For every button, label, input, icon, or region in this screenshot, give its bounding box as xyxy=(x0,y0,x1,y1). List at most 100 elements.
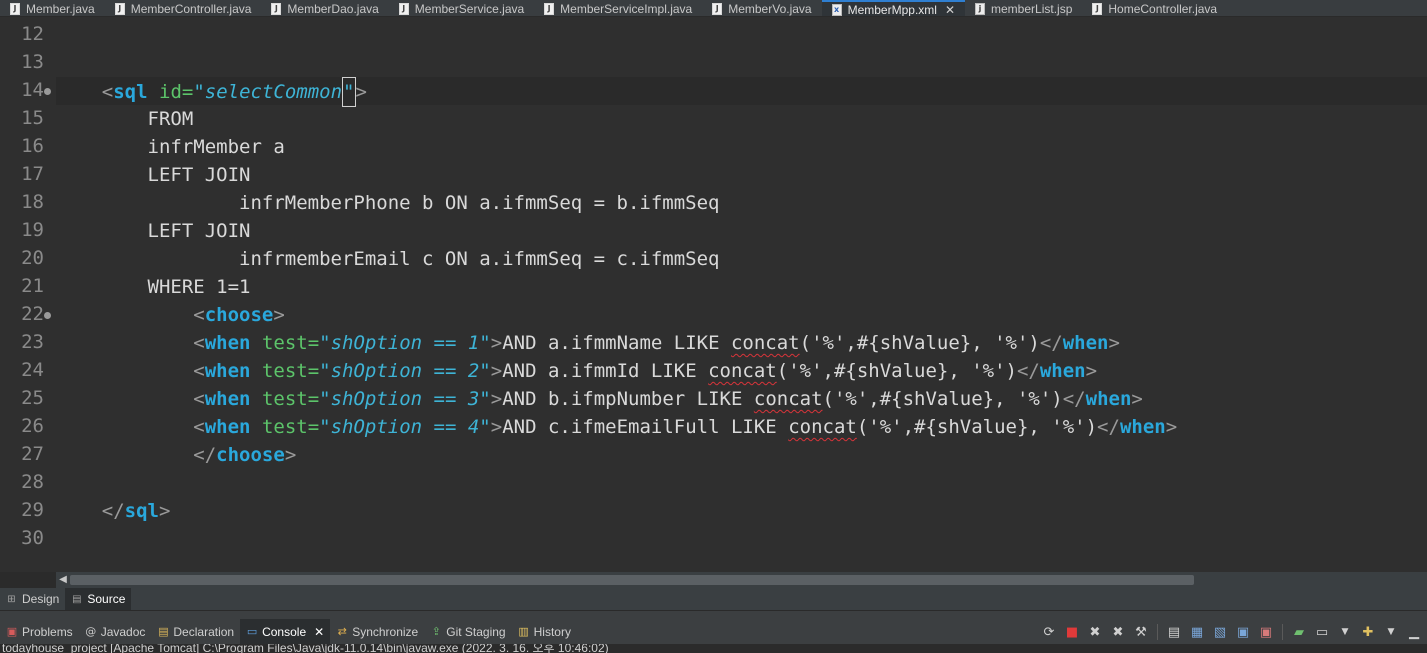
tab-homecontroller-java[interactable]: J HomeController.java xyxy=(1082,0,1227,16)
problems-icon: ▣ xyxy=(6,625,18,638)
fold-marker-icon[interactable] xyxy=(44,88,51,95)
clear-console-icon[interactable]: ▤ xyxy=(1165,623,1183,641)
code-line[interactable]: WHERE 1=1 xyxy=(56,273,1427,301)
tab-problems[interactable]: ▣ Problems xyxy=(0,619,79,645)
tab-memberdao-java[interactable]: J MemberDao.java xyxy=(261,0,388,16)
toolbar-separator xyxy=(1282,624,1283,640)
line-number: 12 xyxy=(21,23,44,45)
code-line[interactable] xyxy=(56,21,1427,49)
stop-icon[interactable]: ■ xyxy=(1063,623,1081,641)
scroll-lock-icon[interactable]: ▦ xyxy=(1188,623,1206,641)
java-file-icon: J xyxy=(544,2,555,15)
refresh-icon[interactable]: ⟳ xyxy=(1040,623,1058,641)
tools-icon[interactable]: ⚒ xyxy=(1132,623,1150,641)
line-number: 16 xyxy=(21,135,44,157)
code-line[interactable]: LEFT JOIN xyxy=(56,217,1427,245)
java-file-icon: J xyxy=(398,2,409,15)
tab-declaration[interactable]: ▤ Declaration xyxy=(151,619,240,645)
close-icon[interactable]: ✕ xyxy=(945,3,955,17)
tab-label: Design xyxy=(22,592,60,606)
line-number-gutter: 12 13 14 15 16 17 18 19 20 21 22 23 24 25 26 27 28 29 30 xyxy=(0,17,56,572)
tab-label: Javadoc xyxy=(100,625,146,639)
remove-all-icon[interactable]: ✖ xyxy=(1109,623,1127,641)
line-number: 23 xyxy=(21,331,44,353)
toolbar-separator xyxy=(1157,624,1158,640)
code-line[interactable]: <choose> xyxy=(56,301,1427,329)
line-number: 13 xyxy=(21,51,44,73)
tab-label: MemberVo.java xyxy=(728,1,812,16)
tab-source[interactable]: ▤ Source xyxy=(65,588,132,610)
tab-memberserviceimpl-java[interactable]: J MemberServiceImpl.java xyxy=(534,0,702,16)
java-file-icon: J xyxy=(10,2,20,15)
history-icon: ▥ xyxy=(518,625,529,638)
fold-marker-icon[interactable] xyxy=(44,312,51,319)
tab-label: memberList.jsp xyxy=(991,1,1073,16)
display-console-icon[interactable]: ▭ xyxy=(1313,623,1331,641)
code-line[interactable]: FROM xyxy=(56,105,1427,133)
tab-javadoc[interactable]: @ Javadoc xyxy=(79,619,152,645)
show-stderr-icon[interactable]: ▣ xyxy=(1257,623,1275,641)
views-tabs: ▣ Problems @ Javadoc ▤ Declaration ▭ Console… xyxy=(0,619,577,645)
xml-file-icon: x xyxy=(831,3,842,16)
line-number: 17 xyxy=(21,163,44,185)
code-line[interactable] xyxy=(56,469,1427,497)
javadoc-icon: @ xyxy=(85,625,97,638)
pin-console-icon[interactable]: ▰ xyxy=(1290,623,1308,641)
code-line[interactable]: </sql> xyxy=(56,497,1427,525)
code-line[interactable]: <when test="shOption == 2">AND a.ifmmId … xyxy=(56,357,1427,385)
line-number: 19 xyxy=(21,219,44,241)
horizontal-scrollbar[interactable]: ◀ xyxy=(56,572,1427,588)
tab-membermpp-xml[interactable]: x MemberMpp.xml ✕ xyxy=(821,0,966,17)
code-line[interactable]: </choose> xyxy=(56,441,1427,469)
code-line[interactable] xyxy=(56,49,1427,77)
line-number: 26 xyxy=(21,415,44,437)
scroll-left-icon[interactable]: ◀ xyxy=(56,572,70,588)
close-icon[interactable]: ✕ xyxy=(314,625,324,639)
code-line[interactable]: LEFT JOIN xyxy=(56,161,1427,189)
declaration-icon: ▤ xyxy=(158,625,169,638)
tab-label: Problems xyxy=(22,625,73,639)
chevron-down-icon[interactable]: ▼ xyxy=(1382,623,1400,641)
new-console-icon[interactable]: ✚ xyxy=(1359,623,1377,641)
tab-console[interactable]: ▭ Console ✕ xyxy=(240,619,331,645)
tab-history[interactable]: ▥ History xyxy=(512,619,577,645)
tab-design[interactable]: ⊞ Design xyxy=(0,588,65,610)
code-line[interactable]: <when test="shOption == 1">AND a.ifmmNam… xyxy=(56,329,1427,357)
tab-membervo-java[interactable]: J MemberVo.java xyxy=(702,0,821,16)
minimize-icon[interactable]: ▁ xyxy=(1405,623,1423,641)
editor-mode-tabs: ⊞ Design ▤ Source xyxy=(0,588,1427,610)
tab-member-java[interactable]: J Member.java xyxy=(0,0,105,16)
tab-git-staging[interactable]: ⇪ Git Staging xyxy=(424,619,511,645)
code-line[interactable]: <when test="shOption == 3">AND b.ifmpNum… xyxy=(56,385,1427,413)
code-editor[interactable]: 12 13 14 15 16 17 18 19 20 21 22 23 24 25 26 27 28 29 30 <… xyxy=(0,17,1427,572)
source-icon: ▤ xyxy=(72,593,82,605)
remove-launch-icon[interactable]: ✖ xyxy=(1086,623,1104,641)
line-number: 15 xyxy=(21,107,44,129)
line-number: 30 xyxy=(21,527,44,549)
show-stdout-icon[interactable]: ▣ xyxy=(1234,623,1252,641)
line-number: 22 xyxy=(21,303,44,325)
chevron-down-icon[interactable]: ▼ xyxy=(1336,623,1354,641)
tab-label: MemberServiceImpl.java xyxy=(560,1,693,16)
line-number: 28 xyxy=(21,471,44,493)
word-wrap-icon[interactable]: ▧ xyxy=(1211,623,1229,641)
tab-memberservice-java[interactable]: J MemberService.java xyxy=(389,0,534,16)
code-line[interactable] xyxy=(56,525,1427,553)
synchronize-icon: ⇄ xyxy=(337,625,347,638)
java-file-icon: J xyxy=(1092,2,1103,15)
code-line[interactable]: infrMemberPhone b ON a.ifmmSeq = b.ifmmS… xyxy=(56,189,1427,217)
code-line[interactable]: infrmemberEmail c ON a.ifmmSeq = c.ifmmS… xyxy=(56,245,1427,273)
line-number: 18 xyxy=(21,191,44,213)
tab-memberlist-jsp[interactable]: j memberList.jsp xyxy=(965,0,1082,16)
code-line[interactable]: <sql id="selectCommon"> xyxy=(56,77,1427,107)
java-file-icon: J xyxy=(114,2,125,15)
scrollbar-thumb[interactable] xyxy=(70,575,1194,585)
tab-label: MemberController.java xyxy=(130,1,252,16)
tab-synchronize[interactable]: ⇄ Synchronize xyxy=(330,619,424,645)
code-line[interactable]: infrMember a xyxy=(56,133,1427,161)
code-line[interactable]: <when test="shOption == 4">AND c.ifmeEma… xyxy=(56,413,1427,441)
editor-tab-bar: J Member.java J MemberController.java J Mem… xyxy=(0,0,1427,17)
tab-label: Source xyxy=(87,592,126,606)
tab-membercontroller-java[interactable]: J MemberController.java xyxy=(105,0,262,16)
line-number: 20 xyxy=(21,247,44,269)
